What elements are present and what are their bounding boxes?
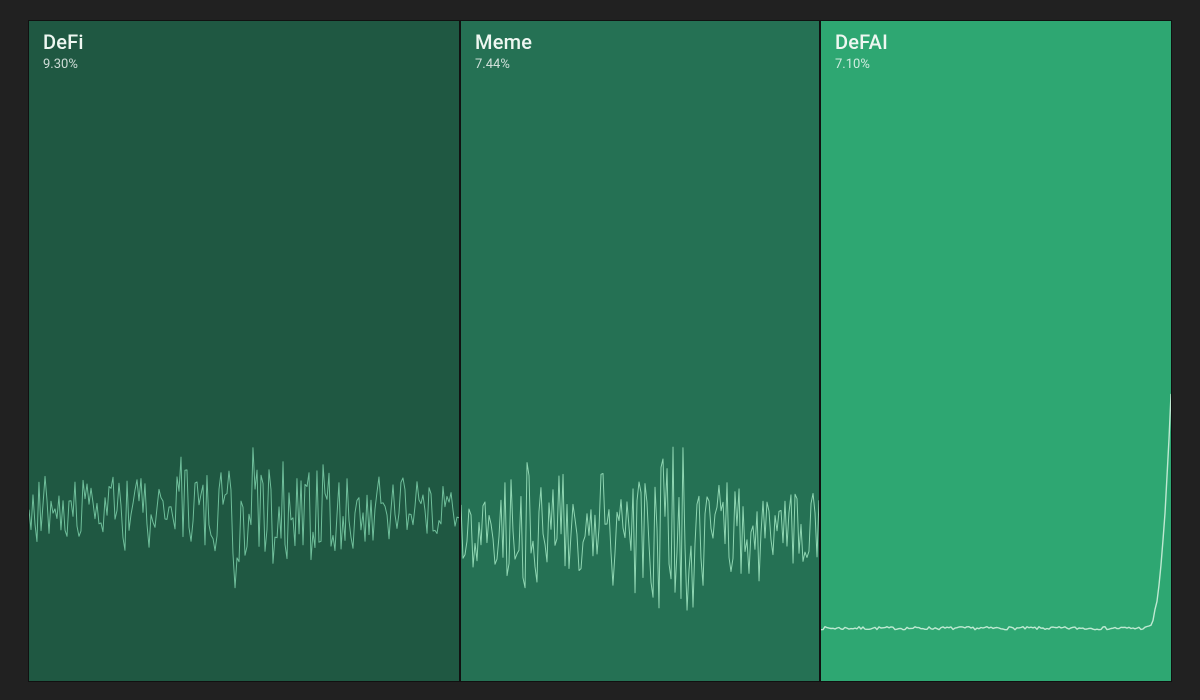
tile-title: DeFi: [43, 31, 84, 53]
tile-percent: 9.30%: [43, 57, 78, 72]
tile-percent: 7.10%: [835, 57, 870, 72]
tile-percent: 7.44%: [475, 57, 510, 72]
treemap-frame: DeFi 9.30% Meme 7.44% DeFAI 7.10%: [28, 20, 1172, 682]
sparkline: [29, 389, 459, 629]
tile-meme[interactable]: Meme 7.44%: [460, 20, 820, 682]
sparkline: [821, 389, 1171, 649]
tile-defi[interactable]: DeFi 9.30%: [28, 20, 460, 682]
tile-title: Meme: [475, 31, 532, 53]
tile-title: DeFAI: [835, 31, 888, 53]
sparkline: [461, 369, 819, 659]
tile-defai[interactable]: DeFAI 7.10%: [820, 20, 1172, 682]
